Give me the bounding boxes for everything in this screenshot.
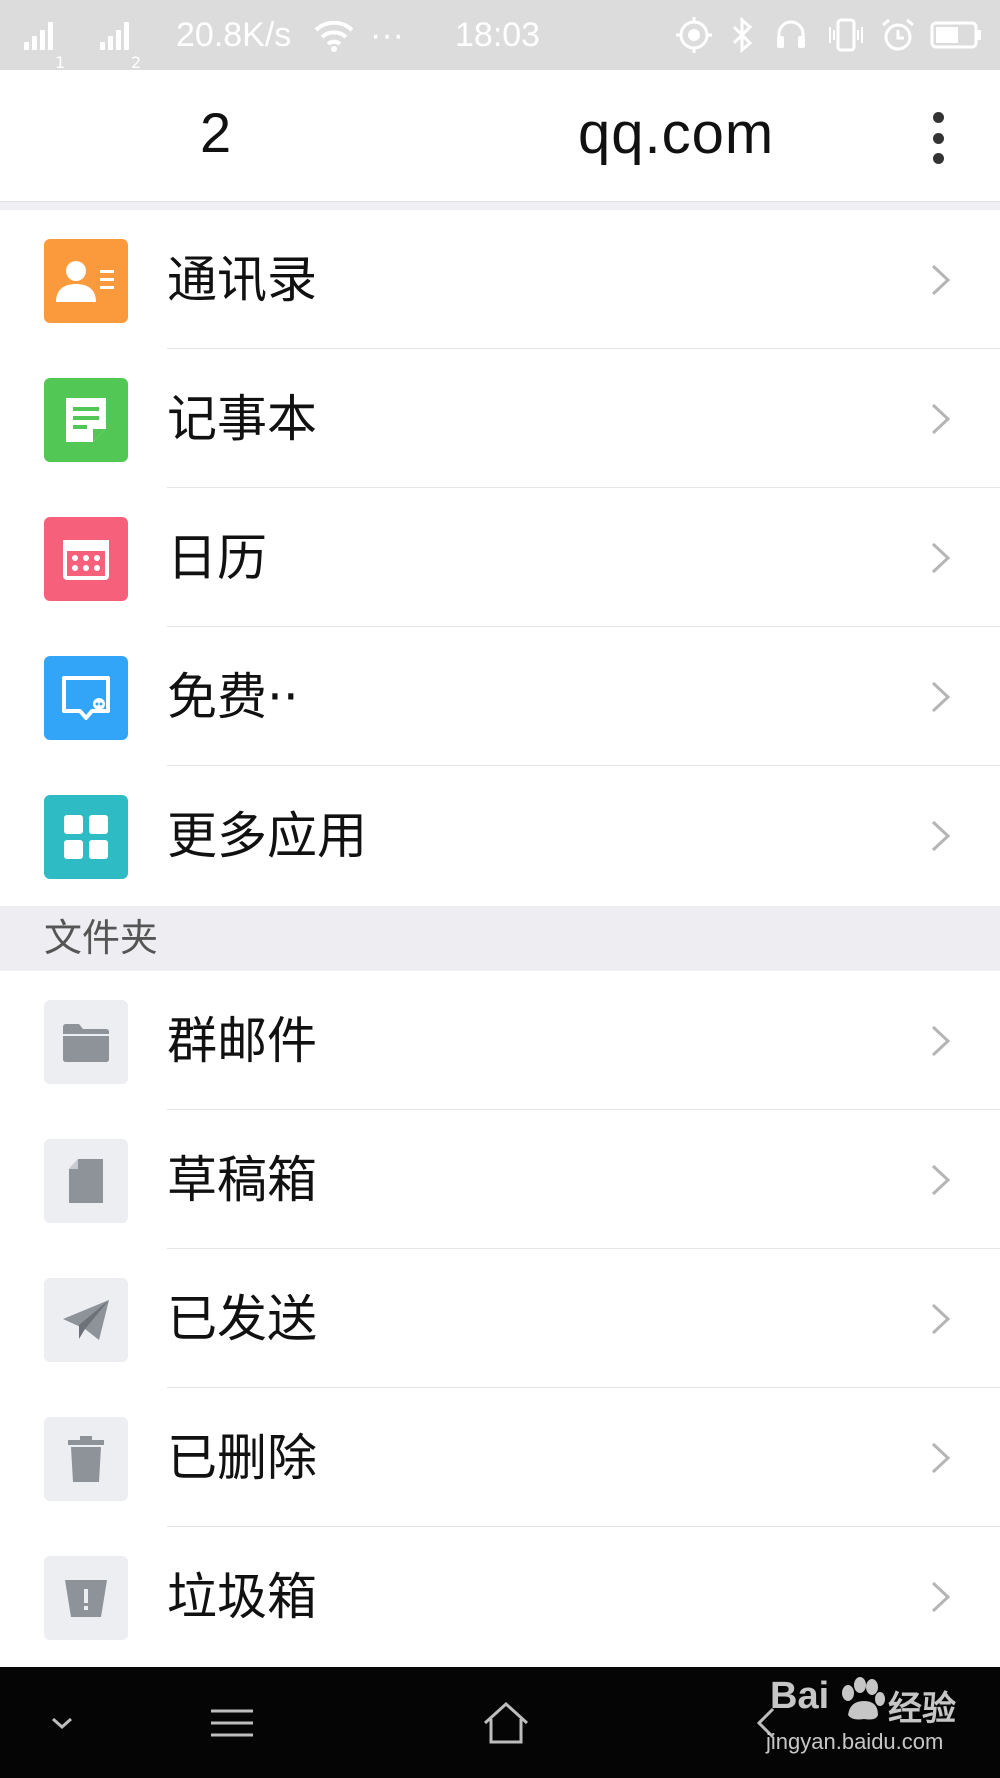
home-nav-button[interactable] (464, 1667, 548, 1778)
calendar-icon (44, 517, 128, 601)
list-item-label: 免费·· (167, 668, 299, 726)
bluetooth-icon (730, 0, 756, 70)
list-item-notepad[interactable]: 记事本 (0, 349, 1000, 488)
section-title: 文件夹 (44, 916, 159, 960)
list-item-group-mail[interactable]: 群邮件 (0, 971, 1000, 1110)
network-speed: 20.8K/s (176, 15, 292, 54)
chevron-right-icon (931, 1164, 951, 1196)
folders-section-header: 文件夹 (0, 906, 1000, 971)
spam-bin-icon (44, 1556, 128, 1640)
watermark-suffix: 经验 (888, 1689, 956, 1729)
chevron-down-icon (52, 1717, 72, 1729)
list-item-free-chat[interactable]: 免费·· (0, 627, 1000, 766)
list-item-drafts[interactable]: 草稿箱 (0, 1110, 1000, 1249)
chevron-right-icon (931, 1025, 951, 1057)
list-item-label: 已发送 (167, 1290, 317, 1348)
signal-sim1-icon: 1 (24, 0, 65, 72)
clock: 18:03 (455, 15, 541, 54)
list-item-label: 通讯录 (167, 251, 317, 309)
menu-icon (211, 1709, 253, 1736)
status-dots: ··· (370, 15, 404, 54)
list-item-label: 记事本 (167, 390, 317, 448)
account-domain[interactable]: qq.com (578, 100, 774, 167)
chevron-right-icon (931, 1442, 951, 1474)
paw-icon (842, 1677, 885, 1720)
vibrate-icon (826, 0, 866, 70)
app-header: 2 qq.com (0, 70, 1000, 202)
chevron-right-icon (931, 1581, 951, 1613)
menu-nav-button[interactable] (190, 1667, 274, 1778)
collapse-nav-button[interactable] (30, 1667, 94, 1778)
home-icon (483, 1701, 529, 1743)
list-item-label: 更多应用 (167, 807, 367, 865)
more-menu-icon[interactable] (926, 112, 950, 164)
chevron-right-icon (931, 542, 951, 574)
battery-icon (930, 0, 984, 70)
signal-sim2-icon: 2 (100, 0, 141, 72)
headset-icon (774, 0, 808, 70)
alarm-icon (880, 0, 916, 70)
notepad-icon (44, 378, 128, 462)
list-item-deleted[interactable]: 已删除 (0, 1388, 1000, 1527)
watermark-brand: Bai (770, 1675, 830, 1717)
status-bar: 1 2 20.8K/s ··· 18:03 (0, 0, 1000, 72)
chat-icon (44, 656, 128, 740)
list-item-label: 群邮件 (167, 1012, 317, 1070)
apps-grid-icon (44, 795, 128, 879)
header-divider (0, 202, 1000, 210)
folder-icon (44, 1000, 128, 1084)
trash-icon (44, 1417, 128, 1501)
list-item-label: 垃圾箱 (167, 1568, 317, 1626)
list-item-label: 已删除 (167, 1429, 317, 1487)
list-item-sent[interactable]: 已发送 (0, 1249, 1000, 1388)
chevron-right-icon (931, 681, 951, 713)
list-item-calendar[interactable]: 日历 (0, 488, 1000, 627)
chevron-right-icon (931, 1303, 951, 1335)
chevron-right-icon (931, 820, 951, 852)
wifi-icon (314, 0, 354, 70)
chevron-right-icon (931, 264, 951, 296)
list-item-contacts[interactable]: 通讯录 (0, 210, 1000, 349)
paper-plane-icon (44, 1278, 128, 1362)
contacts-icon (44, 239, 128, 323)
watermark-url: jingyan.baidu.com (766, 1729, 944, 1754)
chevron-right-icon (931, 403, 951, 435)
list-item-label: 日历 (167, 529, 267, 587)
list-item-spam[interactable]: 垃圾箱 (0, 1527, 1000, 1666)
list-item-more-apps[interactable]: 更多应用 (0, 766, 1000, 905)
list-item-label: 草稿箱 (167, 1151, 317, 1209)
account-name[interactable]: 2 (200, 100, 231, 165)
location-icon (676, 0, 712, 70)
baidu-watermark: Bai 经验 jingyan.baidu.com (760, 1675, 980, 1765)
draft-icon (44, 1139, 128, 1223)
